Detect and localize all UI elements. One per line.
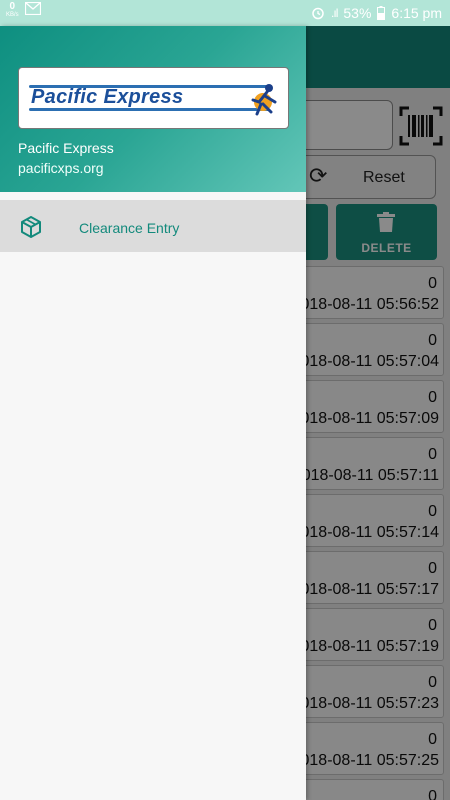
- status-bar: 0 KB/s .ıl 53% 6:15 pm: [0, 0, 450, 26]
- nav-item-clearance-entry[interactable]: Clearance Entry: [0, 200, 306, 252]
- gmail-icon: [24, 2, 41, 15]
- signal-icon: .ıl: [331, 6, 338, 20]
- alarm-icon: [312, 7, 324, 20]
- drawer-website: pacificxps.org: [18, 160, 104, 176]
- drawer-header: Pacific Express Pacific Express pacificx…: [0, 26, 306, 192]
- navigation-drawer: Pacific Express Pacific Express pacificx…: [0, 26, 306, 800]
- logo-text: Pacific Express: [31, 86, 184, 108]
- package-icon: [21, 216, 41, 238]
- nav-item-label: Clearance Entry: [79, 220, 180, 236]
- battery-icon: [377, 6, 386, 20]
- network-speed-indicator: 0 KB/s: [6, 2, 19, 20]
- company-logo: Pacific Express: [18, 67, 289, 129]
- drawer-divider: [0, 192, 306, 200]
- logo-runner-icon: [251, 84, 277, 116]
- logo-swoosh-bottom: [29, 108, 269, 111]
- drawer-company-name: Pacific Express: [18, 140, 114, 156]
- battery-percent: 53%: [343, 5, 372, 21]
- network-speed-unit: KB/s: [6, 12, 19, 18]
- network-speed-value: 0: [9, 1, 16, 12]
- clock-time: 6:15 pm: [391, 5, 442, 21]
